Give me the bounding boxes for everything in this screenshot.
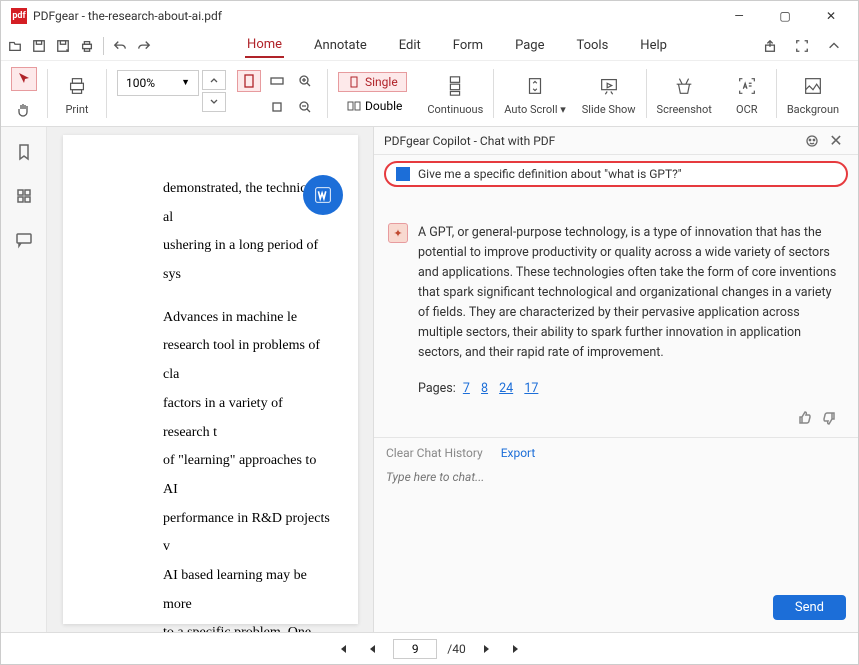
zoom-in-stepper[interactable] (202, 70, 226, 90)
window-title: PDFgear - the-research-about-ai.pdf (33, 9, 222, 23)
collapse-ribbon-icon[interactable] (822, 34, 846, 58)
page-number-input[interactable] (393, 639, 437, 659)
redo-icon[interactable] (132, 34, 156, 58)
pdf-page: demonstrated, the techniques al ushering… (63, 135, 358, 624)
zoom-in-icon[interactable] (293, 70, 317, 92)
copilot-panel: PDFgear Copilot - Chat with PDF ✕ Give m… (373, 127, 858, 632)
tab-help[interactable]: Help (638, 34, 669, 57)
double-page-mode[interactable]: Double (338, 96, 411, 116)
fit-page-icon[interactable] (237, 70, 261, 92)
screenshot-label: Screenshot (657, 103, 712, 116)
pages-reference: Pages: 7 8 24 17 (418, 381, 844, 396)
send-button[interactable]: Send (773, 595, 846, 620)
tab-edit[interactable]: Edit (397, 34, 423, 57)
first-page-button[interactable] (333, 639, 353, 659)
tab-home[interactable]: Home (245, 33, 284, 58)
fullscreen-icon[interactable] (790, 34, 814, 58)
slide-show-label: Slide Show (582, 103, 636, 116)
page-total: /40 (447, 642, 465, 656)
slide-show-icon[interactable] (590, 71, 628, 101)
background-icon[interactable] (794, 71, 832, 101)
open-icon[interactable] (3, 34, 27, 58)
page-ref-link[interactable]: 24 (499, 381, 513, 396)
user-query-bubble: Give me a specific definition about "wha… (384, 161, 848, 187)
copilot-answer-text: A GPT, or general-purpose technology, is… (418, 223, 844, 363)
page-ref-link[interactable]: 7 (463, 381, 470, 396)
background-label: Backgroun (787, 103, 839, 116)
user-avatar-icon (396, 167, 410, 181)
select-tool-icon[interactable] (11, 67, 37, 91)
comments-icon[interactable] (9, 225, 39, 255)
chat-input[interactable] (386, 470, 846, 484)
zoom-dropdown[interactable]: 100%▼ (117, 70, 199, 96)
print-button-icon[interactable] (58, 71, 96, 101)
prev-page-button[interactable] (363, 639, 383, 659)
share-icon[interactable] (758, 34, 782, 58)
word-export-icon[interactable] (303, 175, 343, 215)
document-paragraph-2: Advances in machine le research tool in … (163, 304, 330, 632)
thumbnails-icon[interactable] (9, 181, 39, 211)
document-viewport[interactable]: demonstrated, the techniques al ushering… (47, 127, 373, 632)
single-page-mode[interactable]: Single (338, 72, 407, 92)
zoom-out-stepper[interactable] (202, 92, 226, 112)
page-ref-link[interactable]: 17 (524, 381, 538, 396)
save-as-icon[interactable] (51, 34, 75, 58)
clear-chat-link[interactable]: Clear Chat History (386, 446, 483, 460)
hand-tool-icon[interactable] (11, 97, 37, 121)
thumbs-up-icon[interactable] (796, 410, 812, 430)
copilot-header: PDFgear Copilot - Chat with PDF ✕ (374, 127, 858, 155)
user-query-text: Give me a specific definition about "wha… (418, 167, 682, 181)
auto-scroll-label: Auto Scroll ▾ (504, 103, 565, 116)
print-icon[interactable] (75, 34, 99, 58)
tab-annotate[interactable]: Annotate (312, 34, 369, 57)
copilot-bot-icon: ✦ (388, 223, 408, 243)
undo-icon[interactable] (108, 34, 132, 58)
copilot-assistant-icon[interactable] (800, 129, 824, 153)
ocr-label: OCR (736, 103, 758, 116)
page-ref-link[interactable]: 8 (481, 381, 488, 396)
app-icon: pdf (11, 8, 27, 24)
screenshot-icon[interactable] (665, 71, 703, 101)
copilot-body: ✦ A GPT, or general-purpose technology, … (374, 193, 858, 437)
last-page-button[interactable] (506, 639, 526, 659)
tab-form[interactable]: Form (451, 34, 485, 57)
ocr-icon[interactable] (728, 71, 766, 101)
save-icon[interactable] (27, 34, 51, 58)
content-area: demonstrated, the techniques al ushering… (1, 127, 858, 632)
zoom-out-icon[interactable] (293, 96, 317, 118)
ribbon: Print 100%▼ Single (1, 61, 858, 127)
print-label: Print (65, 103, 88, 116)
copilot-answer: ✦ A GPT, or general-purpose technology, … (388, 223, 844, 363)
feedback-row (388, 396, 844, 430)
copilot-close-icon[interactable]: ✕ (824, 129, 848, 153)
quick-access-toolbar: Home Annotate Edit Form Page Tools Help (1, 31, 858, 61)
copilot-title: PDFgear Copilot - Chat with PDF (384, 134, 800, 148)
auto-scroll-icon[interactable] (516, 71, 554, 101)
fit-width-icon[interactable] (265, 70, 289, 92)
copilot-footer: Clear Chat History Export Send (374, 437, 858, 632)
actual-size-icon[interactable] (265, 96, 289, 118)
export-chat-link[interactable]: Export (501, 446, 536, 460)
maximize-button[interactable]: ▢ (762, 1, 808, 31)
tab-tools[interactable]: Tools (574, 34, 610, 57)
tab-page[interactable]: Page (513, 34, 546, 57)
thumbs-down-icon[interactable] (822, 410, 838, 430)
continuous-label: Continuous (427, 103, 483, 116)
close-window-button[interactable]: ✕ (808, 1, 854, 31)
title-bar: pdf PDFgear - the-research-about-ai.pdf … (1, 1, 858, 31)
bookmarks-icon[interactable] (9, 137, 39, 167)
next-page-button[interactable] (476, 639, 496, 659)
side-toolbar (1, 127, 47, 632)
continuous-mode-icon[interactable] (436, 71, 474, 101)
minimize-button[interactable]: — (716, 1, 762, 31)
page-navigation: /40 (1, 632, 858, 664)
